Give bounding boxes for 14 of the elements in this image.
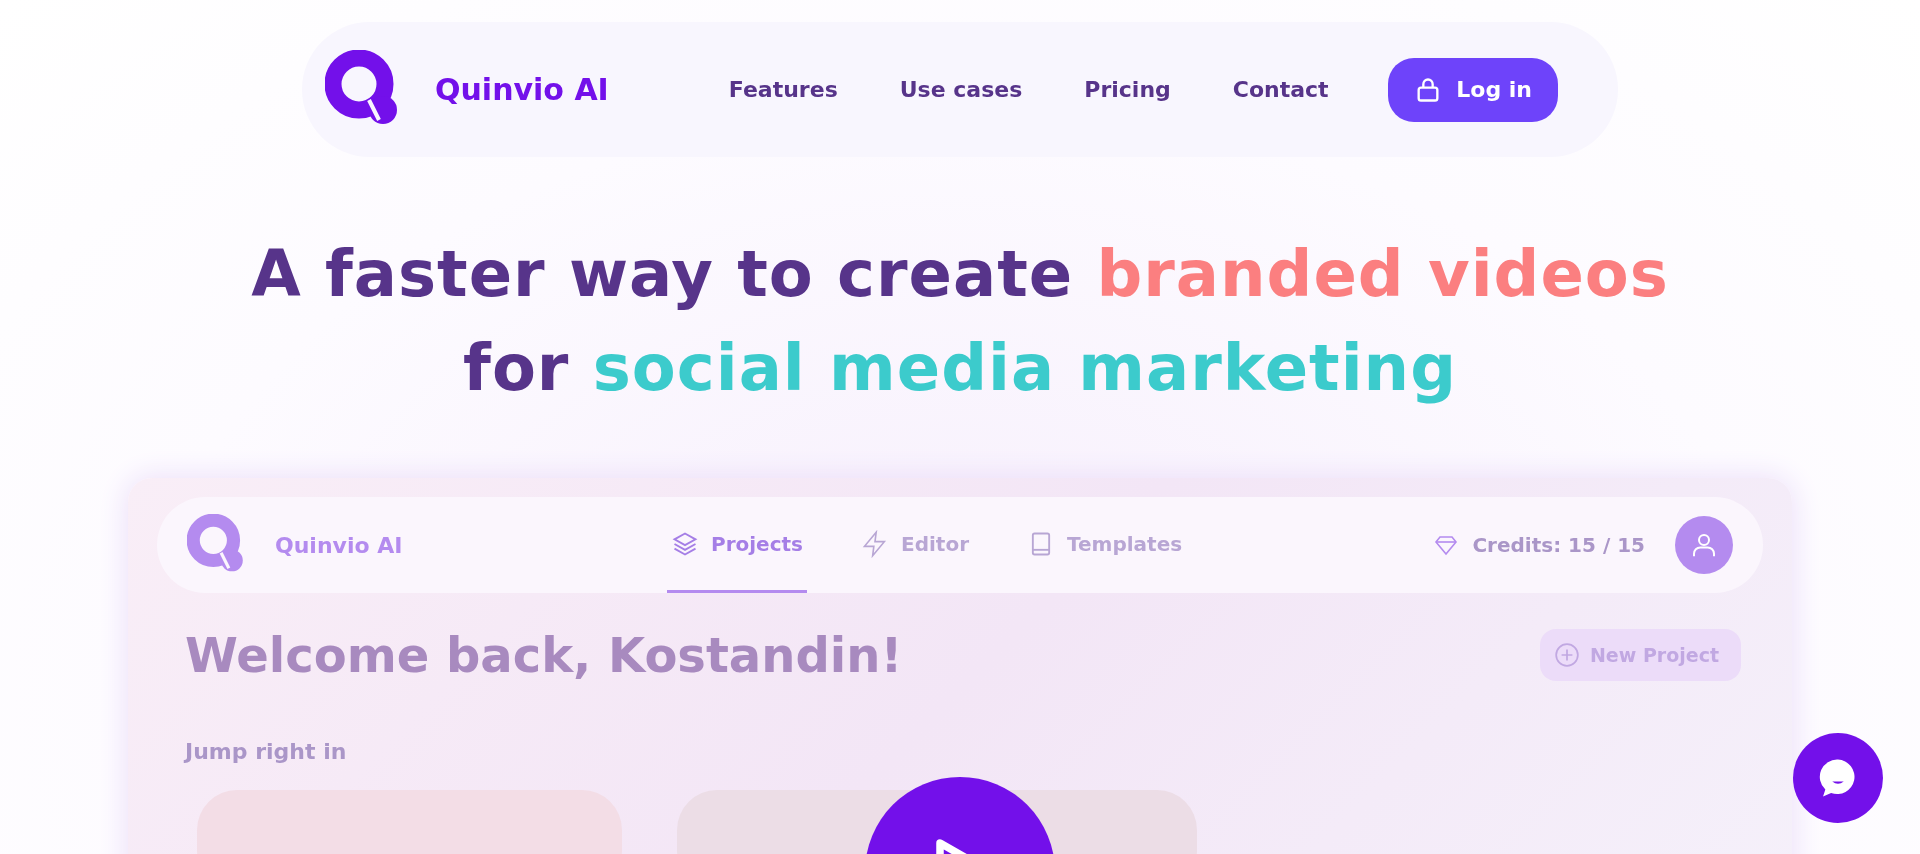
headline: A faster way to create branded videos for social media marketing bbox=[250, 236, 1670, 407]
brand-name: Quinvio AI bbox=[275, 532, 403, 558]
nav-link[interactable]: Use cases bbox=[899, 77, 1023, 102]
credits-count: Credits: 15 / 15 bbox=[1472, 533, 1645, 557]
section-label: Jump right in bbox=[185, 739, 348, 764]
plus-circle-icon bbox=[1553, 642, 1580, 668]
diamond-icon bbox=[1434, 533, 1459, 557]
login-button[interactable]: Log in bbox=[1388, 57, 1558, 122]
welcome-heading: Welcome back, Kostandin! bbox=[185, 627, 903, 683]
nav-link[interactable]: Features bbox=[728, 77, 838, 102]
nav-link[interactable]: Contact bbox=[1232, 77, 1329, 102]
brand-name[interactable]: Quinvio AI bbox=[435, 72, 609, 107]
lightning-icon bbox=[861, 529, 889, 558]
nav-link[interactable]: Pricing bbox=[1084, 77, 1171, 102]
